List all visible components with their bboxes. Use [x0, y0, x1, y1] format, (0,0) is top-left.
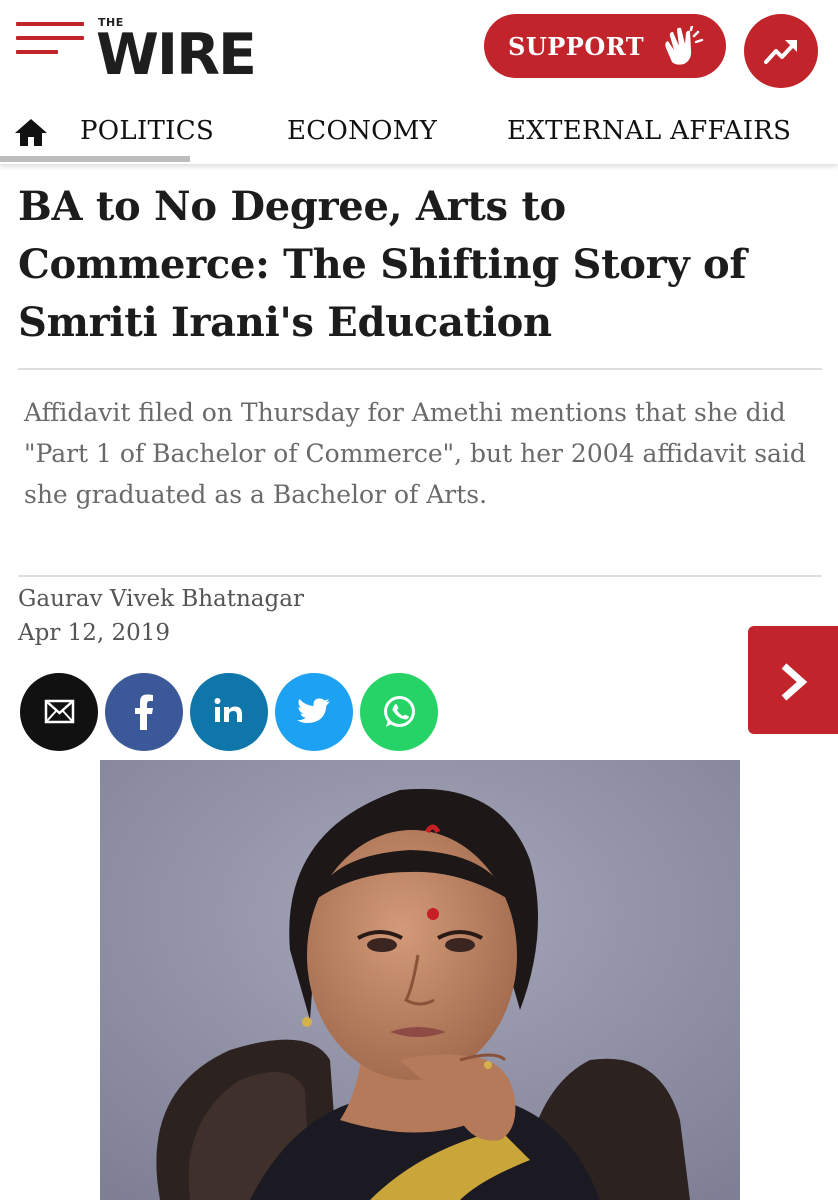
site-logo[interactable]: THE WIRE: [96, 16, 296, 86]
facebook-icon: [135, 694, 153, 730]
site-header: THE WIRE SUPPORT: [0, 0, 838, 102]
home-icon[interactable]: [14, 116, 48, 148]
support-label: SUPPORT: [508, 31, 645, 61]
share-whatsapp-button[interactable]: [360, 673, 438, 751]
article-summary: Affidavit filed on Thursday for Amethi m…: [24, 398, 806, 509]
share-email-button[interactable]: [20, 673, 98, 751]
nav-item-politics[interactable]: POLITICS: [80, 116, 214, 146]
email-icon: [44, 699, 75, 724]
nav-item-external-affairs[interactable]: EXTERNAL AFFAIRS: [507, 116, 791, 146]
share-linkedin-button[interactable]: [190, 673, 268, 751]
article-hero-image: [100, 760, 740, 1200]
next-article-button[interactable]: [748, 626, 838, 734]
article-author[interactable]: Gaurav Vivek Bhatnagar: [18, 586, 304, 612]
article-date: Apr 12, 2019: [18, 620, 171, 646]
nav-item-economy[interactable]: ECONOMY: [287, 116, 437, 146]
linkedin-icon: [214, 698, 242, 722]
share-facebook-button[interactable]: [105, 673, 183, 751]
logo-main-text: WIRE: [96, 22, 257, 88]
clapping-hands-icon: [665, 26, 704, 65]
chevron-right-icon: [781, 663, 808, 701]
trending-button[interactable]: [744, 14, 818, 88]
active-tab-indicator: [0, 156, 190, 162]
share-twitter-button[interactable]: [275, 673, 353, 751]
whatsapp-icon: [384, 696, 415, 727]
trending-icon: [764, 40, 797, 64]
divider: [18, 575, 822, 577]
divider: [18, 368, 822, 370]
support-button[interactable]: SUPPORT: [484, 14, 726, 78]
menu-icon[interactable]: [16, 22, 84, 54]
section-nav: POLITICS ECONOMY EXTERNAL AFFAIRS: [0, 102, 838, 164]
twitter-icon: [297, 698, 330, 723]
article-headline: BA to No Degree, Arts to Commerce: The S…: [18, 183, 747, 346]
